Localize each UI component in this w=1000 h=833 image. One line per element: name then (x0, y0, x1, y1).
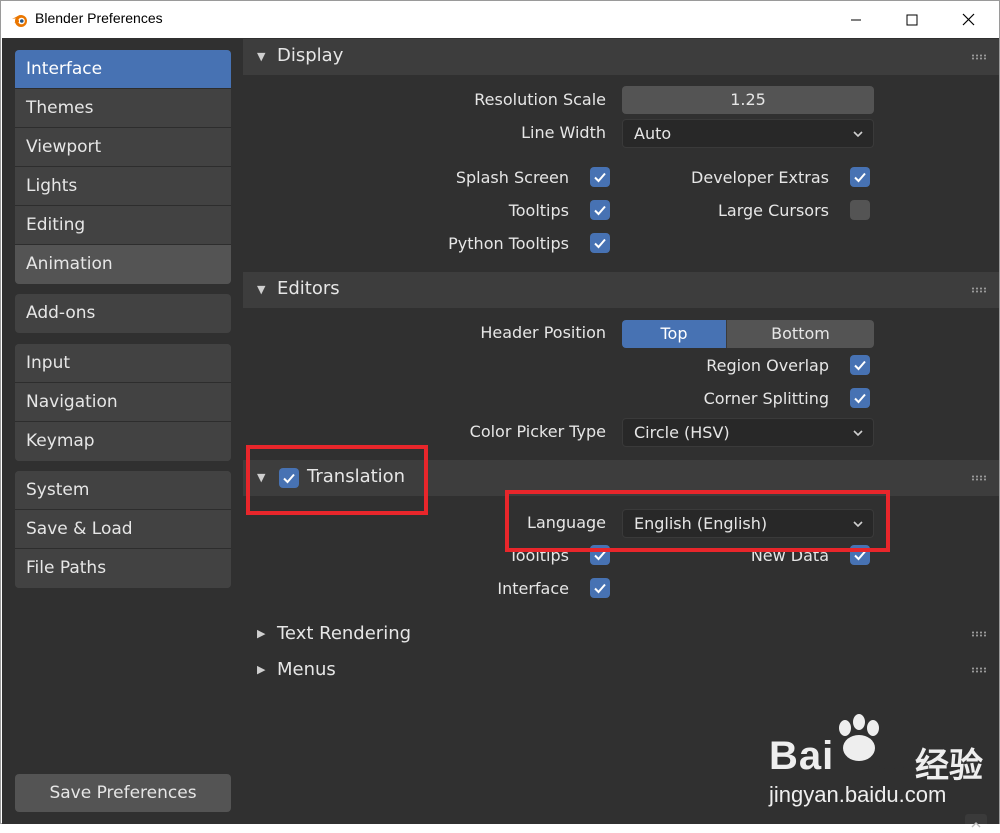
sidebar-item-system[interactable]: System (15, 471, 231, 510)
checkmark-icon (854, 172, 866, 183)
client-area: Interface Themes Viewport Lights Editing… (2, 38, 999, 828)
highlight-box-language (505, 490, 890, 552)
expanded-triangle-icon: ▼ (257, 283, 266, 296)
panel-body-display: Resolution Scale 1.25 Line Width Auto Sp… (243, 75, 999, 270)
sidebar: Interface Themes Viewport Lights Editing… (2, 38, 243, 824)
sidebar-item-editing[interactable]: Editing (15, 206, 231, 245)
corner-splitting-checkbox[interactable] (850, 388, 870, 408)
tooltips-checkbox[interactable] (590, 200, 610, 220)
title-bar: Blender Preferences (1, 1, 999, 38)
save-preferences-button[interactable]: Save Preferences (15, 774, 231, 812)
preferences-window: Blender Preferences Interface Themes Vie… (0, 0, 1000, 828)
corner-splitting-label: Corner Splitting (703, 389, 829, 408)
minimize-button[interactable] (833, 1, 879, 38)
region-overlap-label: Region Overlap (706, 356, 829, 375)
sidebar-item-file-paths[interactable]: File Paths (15, 549, 231, 588)
drag-grip-icon[interactable] (971, 287, 987, 293)
sidebar-item-animation[interactable]: Animation (15, 245, 231, 284)
sidebar-item-navigation[interactable]: Navigation (15, 383, 231, 422)
nav-group-input: Input Navigation Keymap (15, 344, 231, 461)
developer-extras-checkbox[interactable] (850, 167, 870, 187)
header-position-bottom-button[interactable]: Bottom (726, 320, 874, 348)
nav-group-system: System Save & Load File Paths (15, 471, 231, 588)
panel-title-text-rendering: Text Rendering (277, 623, 412, 644)
tooltips-label: Tooltips (508, 201, 569, 220)
header-position-top-button[interactable]: Top (622, 320, 726, 348)
region-overlap-checkbox[interactable] (850, 355, 870, 375)
sidebar-item-interface[interactable]: Interface (15, 50, 231, 89)
minimize-icon (851, 19, 861, 20)
translate-interface-label: Interface (497, 579, 569, 598)
header-position-toggle: Top Bottom (622, 320, 874, 348)
close-icon (962, 13, 974, 26)
watermark-url: jingyan.baidu.com (769, 782, 947, 807)
sidebar-item-input[interactable]: Input (15, 344, 231, 383)
highlight-box-translation (246, 445, 428, 515)
developer-extras-label: Developer Extras (691, 168, 829, 187)
panel-title-menus: Menus (277, 659, 336, 680)
collapsed-triangle-icon: ▶ (257, 663, 266, 676)
sidebar-item-keymap[interactable]: Keymap (15, 422, 231, 461)
drag-grip-icon[interactable] (971, 667, 987, 673)
checkmark-icon (594, 205, 606, 216)
watermark-cn: 经验 (915, 747, 983, 785)
maximize-icon (906, 14, 918, 25)
panel-header-display[interactable]: ▼ Display (243, 39, 999, 75)
python-tooltips-label: Python Tooltips (448, 234, 569, 253)
checkmark-icon (594, 172, 606, 183)
chevron-down-icon (853, 131, 863, 138)
resolution-scale-label: Resolution Scale (474, 90, 606, 109)
color-picker-type-dropdown[interactable]: Circle (HSV) (622, 418, 874, 447)
panel-title-editors: Editors (277, 278, 340, 299)
blender-logo-icon (12, 15, 27, 27)
watermark-brand-du: du (873, 744, 910, 777)
sidebar-item-save-load[interactable]: Save & Load (15, 510, 231, 549)
line-width-value: Auto (634, 124, 672, 143)
line-width-dropdown[interactable]: Auto (622, 119, 874, 148)
panel-body-editors: Header Position Top Bottom Region Overla… (243, 308, 999, 458)
sidebar-item-viewport[interactable]: Viewport (15, 128, 231, 167)
color-picker-type-label: Color Picker Type (469, 422, 606, 441)
drag-grip-icon[interactable] (971, 54, 987, 60)
line-width-label: Line Width (521, 123, 606, 142)
window-title: Blender Preferences (35, 10, 163, 26)
splash-screen-checkbox[interactable] (590, 167, 610, 187)
nav-group-addons: Add-ons (15, 294, 231, 333)
scroll-up-button[interactable] (965, 814, 987, 828)
panel-header-text-rendering[interactable]: ▶ Text Rendering (243, 618, 999, 652)
large-cursors-checkbox[interactable] (850, 200, 870, 220)
sidebar-item-add-ons[interactable]: Add-ons (15, 294, 231, 333)
expanded-triangle-icon: ▼ (257, 50, 266, 63)
checkmark-icon (854, 360, 866, 371)
panel-title-display: Display (277, 45, 344, 66)
header-position-label: Header Position (480, 323, 606, 342)
main-panel-area: ▼ Display Resolution Scale 1.25 Line Wid… (243, 38, 999, 828)
color-picker-type-value: Circle (HSV) (634, 423, 730, 442)
large-cursors-label: Large Cursors (717, 201, 829, 220)
checkmark-icon (854, 393, 866, 404)
checkmark-icon (594, 238, 606, 249)
maximize-button[interactable] (889, 1, 935, 38)
sidebar-item-lights[interactable]: Lights (15, 167, 231, 206)
close-button[interactable] (945, 1, 991, 38)
panel-header-editors[interactable]: ▼ Editors (243, 272, 999, 308)
collapsed-triangle-icon: ▶ (257, 627, 266, 640)
drag-grip-icon[interactable] (971, 475, 987, 481)
python-tooltips-checkbox[interactable] (590, 233, 610, 253)
splash-screen-label: Splash Screen (455, 168, 569, 187)
nav-group-interface: Interface Themes Viewport Lights Editing… (15, 50, 231, 284)
chevron-up-icon (971, 822, 981, 828)
checkmark-icon (594, 583, 606, 594)
sidebar-item-themes[interactable]: Themes (15, 89, 231, 128)
translate-interface-checkbox[interactable] (590, 578, 610, 598)
drag-grip-icon[interactable] (971, 631, 987, 637)
baidu-watermark: Bai du 经验 jingyan.baidu.com (769, 714, 989, 812)
chevron-down-icon (853, 430, 863, 437)
panel-header-menus[interactable]: ▶ Menus (243, 654, 999, 688)
resolution-scale-field[interactable]: 1.25 (622, 86, 874, 114)
watermark-brand: Bai (769, 734, 835, 778)
